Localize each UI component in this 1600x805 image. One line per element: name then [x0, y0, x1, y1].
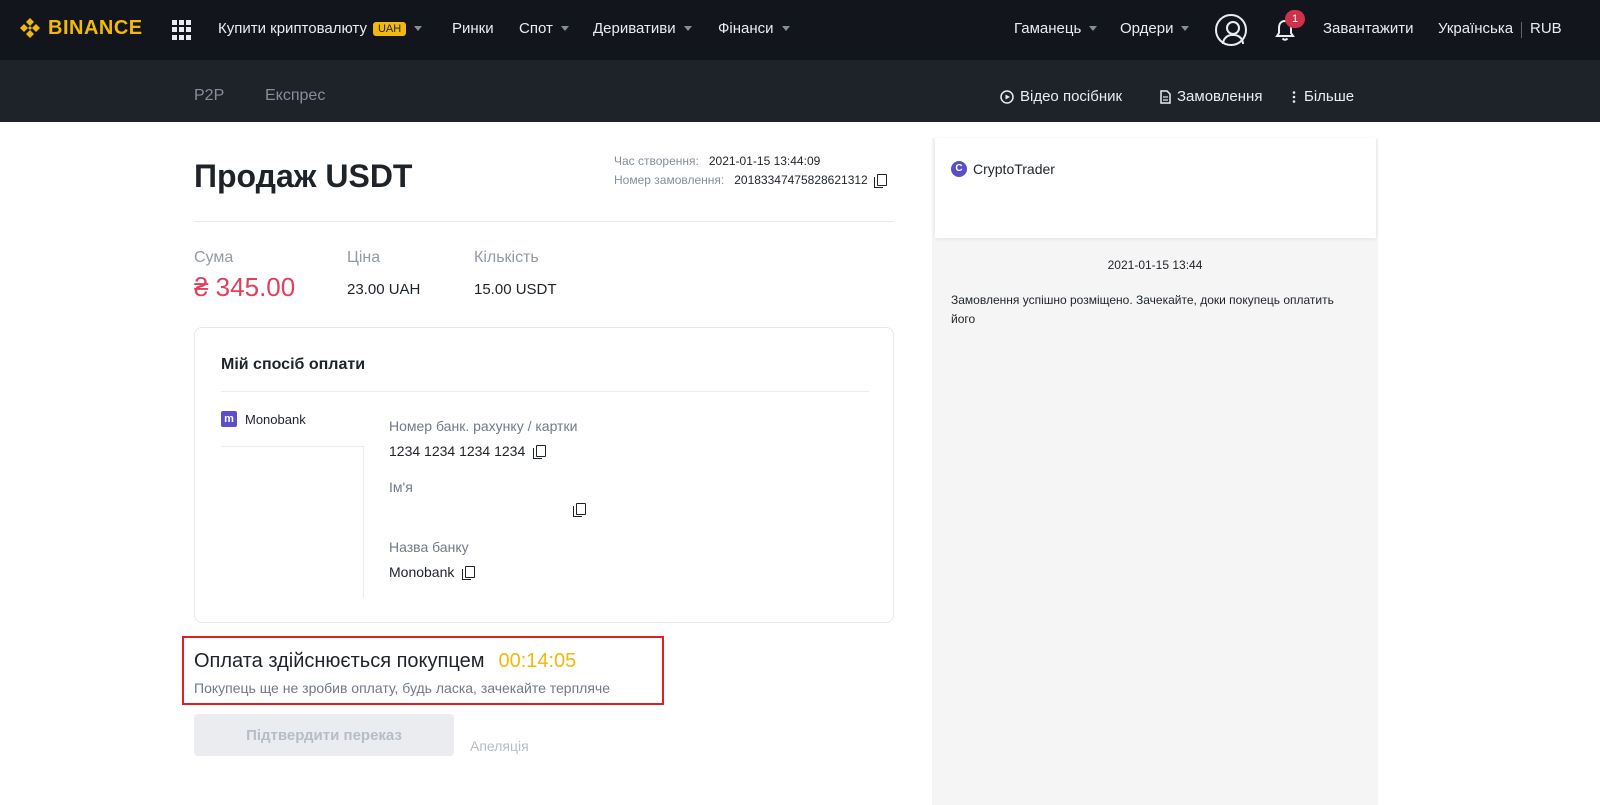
- nav-divider: [1521, 22, 1522, 38]
- tab-p2p[interactable]: P2P: [194, 87, 224, 105]
- play-circle-icon: [1000, 89, 1014, 104]
- copy-icon[interactable]: [533, 444, 547, 459]
- nav-download[interactable]: Завантажити: [1323, 20, 1414, 37]
- nav-buy-crypto[interactable]: Купити криптовалюту UAH: [218, 20, 423, 37]
- nav-wallet-label: Гаманець: [1014, 20, 1082, 37]
- nav-language-label: Українська: [1438, 20, 1514, 37]
- nav-wallet[interactable]: Гаманець: [1014, 20, 1098, 37]
- trader-avatar: C: [951, 161, 967, 177]
- nav-derivatives-label: Деривативи: [593, 20, 676, 37]
- header-divider: [194, 221, 894, 222]
- trader-name: CryptoTrader: [973, 161, 1055, 177]
- chevron-down-icon: [414, 26, 423, 31]
- method-separator: [363, 446, 364, 598]
- apps-grid-icon[interactable]: [172, 20, 192, 40]
- video-guide-link[interactable]: Відео посібник: [1000, 88, 1122, 105]
- price-value: 23.00 UAH: [347, 281, 421, 298]
- video-guide-label: Відео посібник: [1020, 88, 1123, 105]
- copy-icon[interactable]: [873, 173, 887, 188]
- nav-spot[interactable]: Спот: [519, 20, 569, 37]
- orders-link-label: Замовлення: [1177, 88, 1263, 105]
- chevron-down-icon: [560, 26, 569, 31]
- nav-spot-label: Спот: [519, 20, 553, 37]
- chat-system-message: Замовлення успішно розміщено. Зачекайте,…: [951, 293, 1334, 326]
- orders-link[interactable]: Замовлення: [1160, 88, 1262, 105]
- account-number-label: Номер банк. рахунку / картки: [389, 418, 578, 434]
- order-number-label: Номер замовлення:: [614, 173, 725, 187]
- bank-name-value: Monobank: [389, 564, 455, 580]
- status-title: Оплата здійснюється покупцем: [194, 650, 485, 672]
- more-label: Більше: [1304, 88, 1355, 105]
- account-number-row: 1234 1234 1234 1234: [389, 443, 547, 459]
- chat-timestamp: 2021-01-15 13:44: [1107, 258, 1203, 272]
- more-menu[interactable]: Більше: [1290, 88, 1354, 105]
- quantity-value: 15.00 USDT: [474, 281, 557, 298]
- chevron-down-icon: [1089, 26, 1098, 31]
- order-number-row: Номер замовлення: 20183347475828621312: [614, 173, 887, 188]
- bank-name-row: Monobank: [389, 564, 476, 580]
- name-row: [389, 503, 586, 517]
- nav-orders[interactable]: Ордери: [1120, 20, 1190, 37]
- binance-logo[interactable]: BINANCE: [18, 16, 143, 40]
- account-number-value: 1234 1234 1234 1234: [389, 443, 526, 459]
- monobank-icon: m: [221, 411, 237, 427]
- nav-orders-label: Ордери: [1120, 20, 1174, 37]
- created-time-row: Час створення: 2021-01-15 13:44:09: [614, 154, 820, 168]
- nav-currency[interactable]: RUB: [1530, 20, 1562, 37]
- document-icon: [1160, 89, 1171, 104]
- created-time-value: 2021-01-15 13:44:09: [708, 154, 821, 168]
- payment-card-title: Мій спосіб оплати: [221, 356, 366, 373]
- chat-panel: [932, 138, 1378, 805]
- nav-buy-crypto-label: Купити криптовалюту: [218, 20, 367, 37]
- binance-logo-icon: [20, 18, 40, 38]
- nav-finance[interactable]: Фінанси: [718, 20, 790, 37]
- confirm-transfer-button[interactable]: Підтвердити переказ: [194, 714, 454, 756]
- price-label: Ціна: [347, 249, 381, 266]
- status-title-row: Оплата здійснюється покупцем 00:14:05: [194, 650, 576, 673]
- nav-language[interactable]: Українська: [1438, 20, 1513, 37]
- copy-icon[interactable]: [462, 565, 476, 580]
- created-time-label: Час створення:: [614, 154, 699, 168]
- nav-markets-label: Ринки: [452, 20, 494, 37]
- nav-derivatives[interactable]: Деривативи: [593, 20, 692, 37]
- countdown-timer: 00:14:05: [498, 650, 577, 672]
- chevron-down-icon: [683, 26, 692, 31]
- copy-icon[interactable]: [573, 503, 586, 517]
- nav-markets[interactable]: Ринки: [452, 20, 494, 37]
- name-label: Ім'я: [389, 479, 413, 495]
- sub-navbar: P2P Експрес Відео посібник Замовлення Бі…: [0, 60, 1600, 122]
- nav-download-label: Завантажити: [1323, 20, 1414, 37]
- user-avatar-icon[interactable]: [1215, 14, 1247, 46]
- notification-count-badge: 1: [1285, 10, 1305, 28]
- order-number-value-wrap: 20183347475828621312: [734, 173, 887, 188]
- trader-info[interactable]: C CryptoTrader: [951, 161, 1055, 177]
- nav-currency-label: RUB: [1530, 20, 1562, 37]
- chevron-down-icon: [1181, 26, 1190, 31]
- amount-label: Сума: [194, 249, 234, 266]
- status-subtitle: Покупець ще не зробив оплату, будь ласка…: [194, 680, 611, 696]
- logo-text: BINANCE: [48, 16, 143, 39]
- appeal-link[interactable]: Апеляція: [470, 738, 529, 754]
- nav-finance-label: Фінанси: [718, 20, 774, 37]
- payment-method-tab[interactable]: m Monobank: [221, 411, 306, 427]
- payment-method-name: Monobank: [245, 411, 306, 427]
- more-vertical-icon: [1292, 90, 1296, 103]
- top-navbar: BINANCE Купити криптовалюту UAH Ринки Сп…: [0, 0, 1600, 60]
- quantity-label: Кількість: [474, 249, 539, 266]
- method-underline: [221, 446, 364, 447]
- payment-method-card: Мій спосіб оплати m Monobank Номер банк.…: [194, 327, 894, 623]
- amount-value: ₴ 345.00: [194, 272, 296, 302]
- currency-badge: UAH: [372, 21, 407, 36]
- bank-name-label: Назва банку: [389, 539, 469, 555]
- order-number-value: 20183347475828621312: [734, 173, 868, 187]
- chat-header: C CryptoTrader: [935, 138, 1376, 238]
- tab-express[interactable]: Експрес: [265, 87, 325, 105]
- page-title: Продаж USDT: [194, 158, 413, 194]
- payment-card-divider: [221, 391, 869, 392]
- chevron-down-icon: [781, 26, 790, 31]
